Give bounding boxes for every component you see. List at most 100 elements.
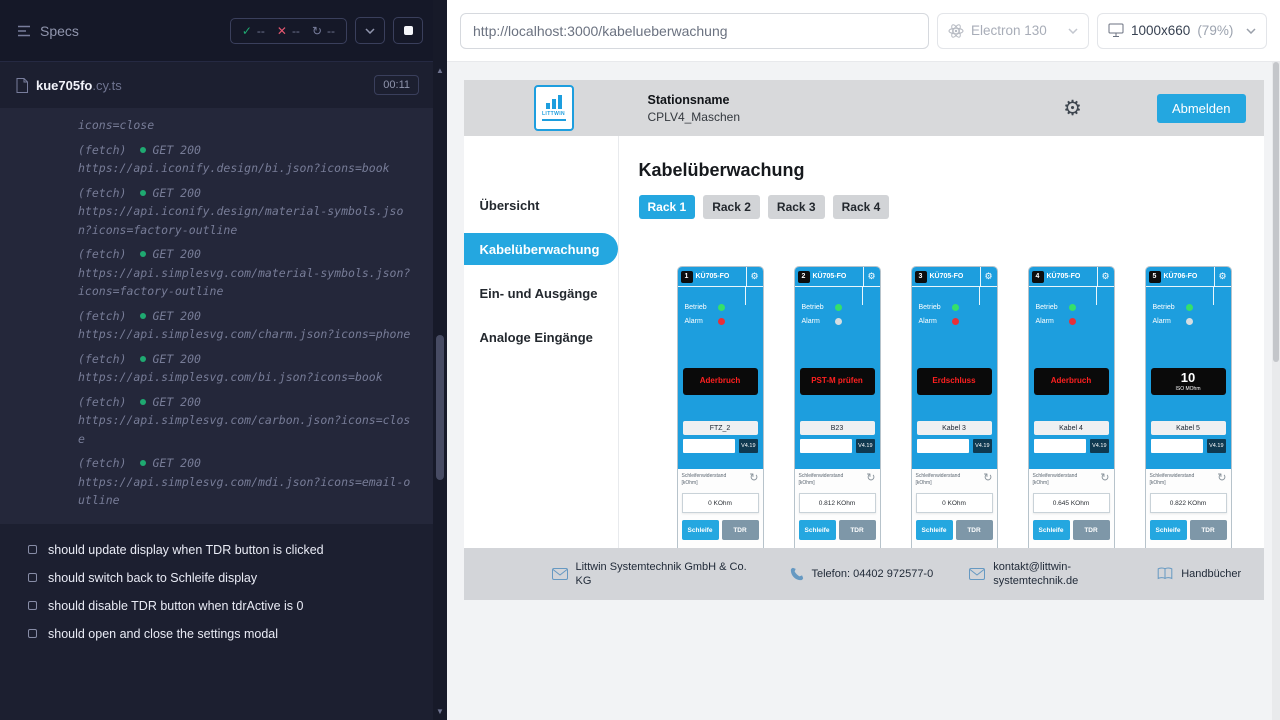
device-card-4: 4 KÜ705-FO ⚙ Betrieb Alarm: [1028, 266, 1115, 548]
cable-name: Kabel 4: [1034, 421, 1109, 435]
log-url: https://api.simplesvg.com/mdi.json?icons…: [78, 473, 415, 510]
refresh-icon[interactable]: ↻: [749, 473, 758, 484]
email-icon: [552, 568, 568, 580]
test-state-icon: [28, 573, 37, 582]
tdr-button[interactable]: TDR: [1073, 520, 1110, 540]
status-display: Aderbruch: [683, 368, 758, 395]
firmware-version: V4.19: [1090, 439, 1108, 453]
betrieb-led-icon: [952, 304, 959, 311]
schleife-button[interactable]: Schleife: [1150, 520, 1187, 540]
test-item[interactable]: should open and close the settings modal: [28, 620, 433, 648]
alarm-label: Alarm: [1153, 318, 1186, 325]
log-entry: (fetch)GET 200 https://api.iconify.desig…: [78, 184, 415, 240]
command-log[interactable]: icons=close (fetch)GET 200 https://api.i…: [0, 108, 433, 524]
spec-name: kue705fo: [36, 78, 92, 93]
schleife-button[interactable]: Schleife: [916, 520, 953, 540]
logout-button[interactable]: Abmelden: [1157, 94, 1246, 123]
log-entry: (fetch)GET 200 https://api.simplesvg.com…: [78, 350, 415, 387]
status-dot-icon: [140, 399, 146, 405]
card-gear-icon[interactable]: ⚙: [980, 267, 997, 287]
tab-rack-1[interactable]: Rack 1: [639, 195, 696, 219]
refresh-icon[interactable]: ↻: [866, 473, 875, 484]
slot-number: 5: [1149, 271, 1161, 283]
alarm-label: Alarm: [685, 318, 718, 325]
schleife-button[interactable]: Schleife: [682, 520, 719, 540]
cable-name: FTZ_2: [683, 421, 758, 435]
settings-gear-icon[interactable]: ⚙: [1063, 98, 1082, 119]
logo-icon: [546, 95, 562, 109]
window-scrollbar[interactable]: [1272, 62, 1280, 720]
slot-number: 4: [1032, 271, 1044, 283]
log-url: https://api.iconify.design/material-symb…: [78, 202, 415, 239]
refresh-icon[interactable]: ↻: [1100, 473, 1109, 484]
device-card-2: 2 KÜ705-FO ⚙ Betrieb Alarm: [794, 266, 881, 548]
main-content: Kabelüberwachung Rack 1 Rack 2 Rack 3 Ra…: [619, 136, 1264, 548]
test-item[interactable]: should update display when TDR button is…: [28, 536, 433, 564]
divider: [862, 287, 863, 305]
sidebar-item-uebersicht[interactable]: Übersicht: [464, 189, 618, 221]
log-entry: (fetch)GET 200 https://api.simplesvg.com…: [78, 454, 415, 510]
slot-number: 3: [915, 271, 927, 283]
screen: Specs ✓-- ✕-- ↻-- kue705fo .cy.ts 00:11 …: [0, 0, 1280, 720]
device-model: KÜ705-FO: [813, 273, 863, 280]
device-model: KÜ706-FO: [1164, 273, 1214, 280]
stop-button[interactable]: [393, 17, 423, 44]
stop-icon: [404, 26, 413, 35]
tab-rack-3[interactable]: Rack 3: [768, 195, 825, 219]
resistance-value: 0.812 KOhm: [799, 493, 876, 513]
tdr-button[interactable]: TDR: [956, 520, 993, 540]
card-gear-icon[interactable]: ⚙: [863, 267, 880, 287]
refresh-icon[interactable]: ↻: [1217, 473, 1226, 484]
card-gear-icon[interactable]: ⚙: [746, 267, 763, 287]
scroll-up-icon[interactable]: ▲: [433, 66, 447, 75]
log-entry: (fetch)GET 200 https://api.simplesvg.com…: [78, 245, 415, 301]
refresh-icon[interactable]: ↻: [983, 473, 992, 484]
book-icon: [1157, 567, 1173, 580]
footer-manuals[interactable]: Handbücher: [1157, 567, 1241, 581]
browser-selector[interactable]: Electron 130: [937, 13, 1089, 49]
card-gear-icon[interactable]: ⚙: [1097, 267, 1114, 287]
sidebar-item-kabelueberwachung[interactable]: Kabelüberwachung: [464, 233, 618, 265]
divider: [1096, 287, 1097, 305]
status-display: Erdschluss: [917, 368, 992, 395]
sidebar-item-analoge-eingaenge[interactable]: Analoge Eingänge: [464, 321, 618, 353]
firmware-version: V4.19: [1207, 439, 1225, 453]
card-gear-icon[interactable]: ⚙: [1214, 267, 1231, 287]
viewport-selector[interactable]: 1000x660 (79%): [1097, 13, 1267, 49]
alarm-led-icon: [718, 318, 725, 325]
stat-pending: ↻--: [312, 24, 335, 38]
test-item[interactable]: should disable TDR button when tdrActive…: [28, 592, 433, 620]
scrollbar-thumb[interactable]: [1273, 62, 1279, 362]
schleife-button[interactable]: Schleife: [799, 520, 836, 540]
display-field: [800, 439, 853, 453]
resistance-value: 0 KOhm: [682, 493, 759, 513]
collapse-button[interactable]: [355, 17, 385, 44]
reporter-header: Specs ✓-- ✕-- ↻--: [0, 0, 433, 62]
betrieb-label: Betrieb: [802, 304, 835, 311]
tdr-button[interactable]: TDR: [839, 520, 876, 540]
tdr-button[interactable]: TDR: [722, 520, 759, 540]
cable-name: B23: [800, 421, 875, 435]
test-item[interactable]: should switch back to Schleife display: [28, 564, 433, 592]
device-cards: 1 KÜ705-FO ⚙ Betrieb Alarm: [677, 266, 1264, 548]
tab-rack-4[interactable]: Rack 4: [833, 195, 890, 219]
scrollbar-thumb[interactable]: [436, 335, 444, 480]
aut-panel: http://localhost:3000/kabelueberwachung …: [447, 0, 1280, 720]
cable-name: Kabel 5: [1151, 421, 1226, 435]
spec-extension: .cy.ts: [92, 78, 121, 93]
tdr-button[interactable]: TDR: [1190, 520, 1227, 540]
alarm-led-icon: [952, 318, 959, 325]
sidebar-item-ein-und-ausgaenge[interactable]: Ein- und Ausgänge: [464, 277, 618, 309]
url-input[interactable]: http://localhost:3000/kabelueberwachung: [460, 13, 929, 49]
status-display: PST-M prüfen: [800, 368, 875, 395]
status-dot-icon: [140, 147, 146, 153]
electron-icon: [948, 23, 964, 39]
specs-menu-icon: [16, 24, 32, 38]
specs-toggle[interactable]: Specs: [16, 23, 79, 39]
app-footer: Littwin Systemtechnik GmbH & Co. KG Tele…: [464, 548, 1264, 600]
schleife-button[interactable]: Schleife: [1033, 520, 1070, 540]
reporter-scrollbar[interactable]: ▲ ▼: [433, 0, 447, 720]
scroll-down-icon[interactable]: ▼: [433, 707, 447, 716]
tab-rack-2[interactable]: Rack 2: [703, 195, 760, 219]
measurement-label: Schleifenwiderstand [kOhm]: [682, 473, 740, 486]
